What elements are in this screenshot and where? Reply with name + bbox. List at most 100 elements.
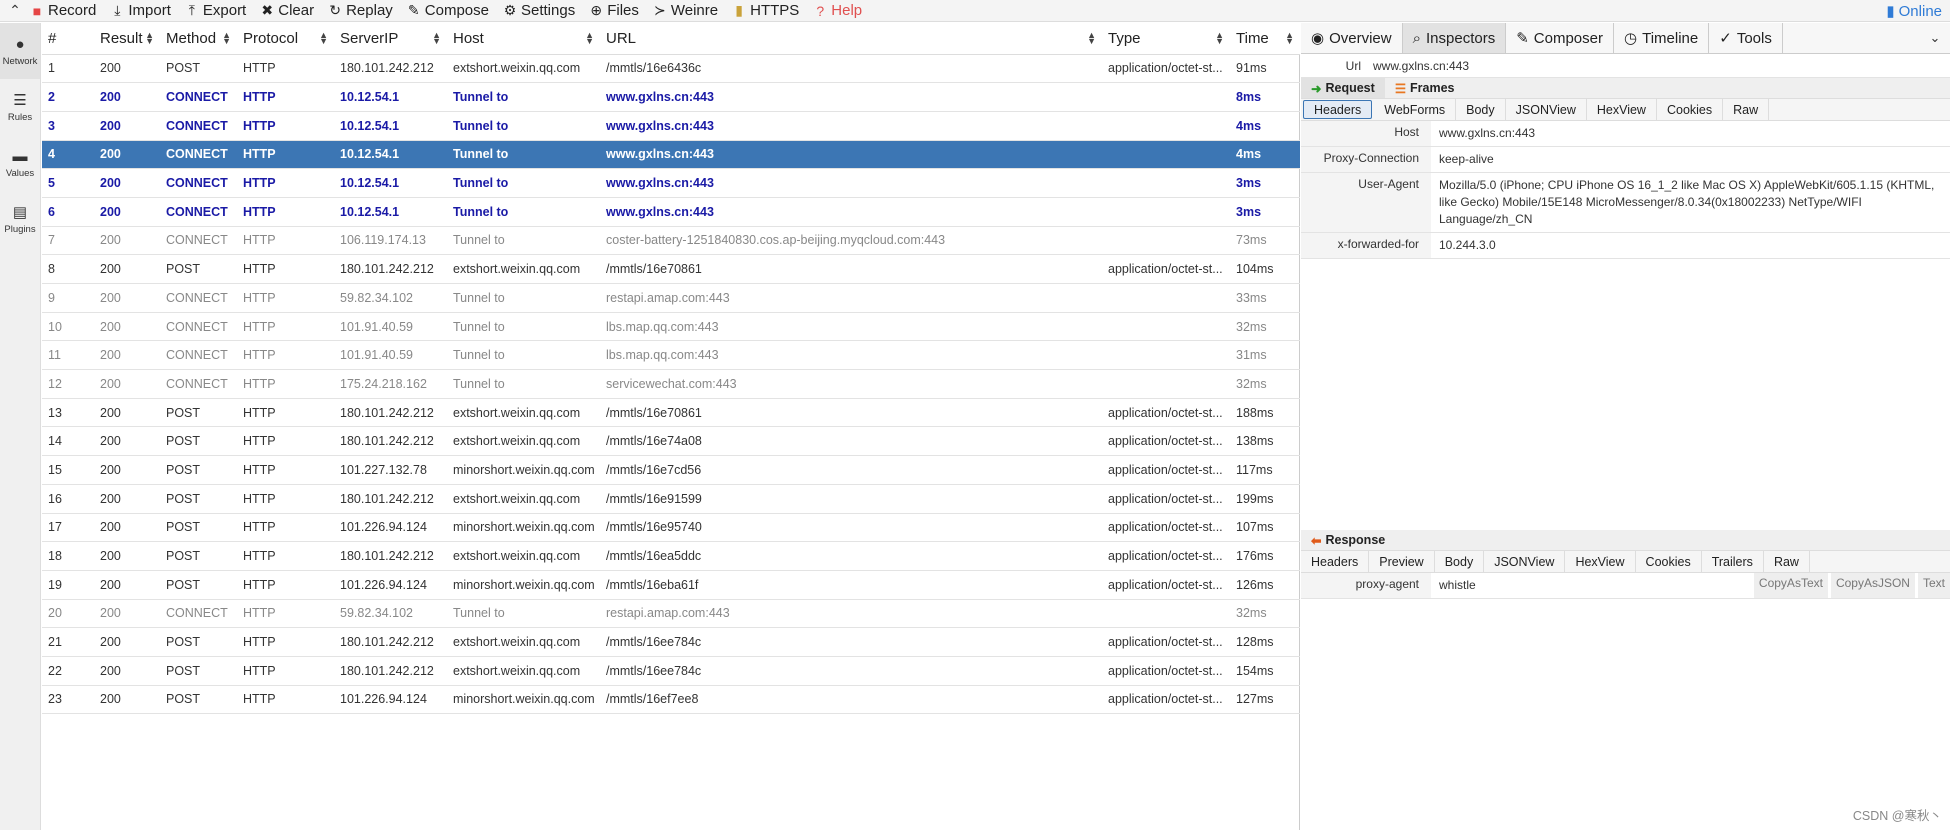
- tab-timeline[interactable]: ◷ Timeline: [1614, 23, 1710, 53]
- table-cell: POST: [160, 685, 237, 715]
- table-row[interactable]: 23 200 POST HTTP 101.226.94.124 minorshort.we…: [42, 685, 1300, 715]
- table-cell: 33ms: [1230, 283, 1300, 313]
- clear-button[interactable]: ✖ Clear: [260, 2, 314, 19]
- table-row[interactable]: 10 200 CONNECT HTTP 101.91.40.59 Tunnel to lbs…: [42, 312, 1300, 342]
- column-header[interactable]: URL ▲ ▼: [600, 23, 1102, 55]
- response-section-header: ⬅ Response: [1301, 530, 1950, 551]
- table-row[interactable]: 18 200 POST HTTP 180.101.242.212 extshort.wei…: [42, 541, 1300, 571]
- table-row[interactable]: 22 200 POST HTTP 180.101.242.212 extshort.wei…: [42, 656, 1300, 686]
- table-cell: lbs.map.qq.com:443: [600, 312, 1102, 342]
- table-row[interactable]: 5 200 CONNECT HTTP 10.12.54.1 Tunnel to www.gx…: [42, 168, 1300, 198]
- replay-button[interactable]: ↻ Replay: [328, 2, 393, 19]
- request-tab[interactable]: ➜ Request: [1301, 78, 1385, 98]
- table-row[interactable]: 1 200 POST HTTP 180.101.242.212 extshort.weix…: [42, 54, 1300, 84]
- column-header[interactable]: Host ▲ ▼: [447, 23, 600, 55]
- table-cell: HTTP: [237, 685, 334, 715]
- request-subtab[interactable]: Body: [1456, 99, 1506, 120]
- table-row[interactable]: 20 200 CONNECT HTTP 59.82.34.102 Tunnel to res…: [42, 599, 1300, 629]
- table-cell: 14: [42, 426, 94, 457]
- table-row[interactable]: 16 200 POST HTTP 180.101.242.212 extshort.wei…: [42, 484, 1300, 514]
- response-subtab[interactable]: HexView: [1565, 551, 1636, 572]
- table-row[interactable]: 2 200 CONNECT HTTP 10.12.54.1 Tunnel to www.gx…: [42, 82, 1300, 112]
- table-cell: HTTP: [237, 426, 334, 457]
- table-cell: 175.24.218.162: [334, 369, 447, 399]
- export-button[interactable]: ⤒ Export: [185, 2, 246, 19]
- response-subtab[interactable]: Cookies: [1636, 551, 1702, 572]
- nav-rules[interactable]: ☰ Rules: [0, 79, 40, 135]
- weinre-button[interactable]: ≻ Weinre: [653, 2, 718, 19]
- table-row[interactable]: 14 200 POST HTTP 180.101.242.212 extshort.wei…: [42, 426, 1300, 457]
- request-header-row: x-forwarded-for 10.244.3.0: [1301, 233, 1950, 259]
- request-subtab[interactable]: HexView: [1587, 99, 1657, 120]
- column-header-label: ServerIP: [340, 29, 399, 47]
- table-cell: 200: [94, 82, 160, 112]
- tab-composer[interactable]: ✎ Composer: [1506, 23, 1614, 53]
- chevron-down-icon[interactable]: ⌄: [1920, 23, 1950, 53]
- table-row[interactable]: 13 200 POST HTTP 180.101.242.212 extshort.wei…: [42, 398, 1300, 428]
- column-header[interactable]: ServerIP ▲ ▼: [334, 23, 447, 55]
- column-header[interactable]: Type ▲ ▼: [1102, 23, 1230, 55]
- column-header[interactable]: Protocol ▲ ▼: [237, 23, 334, 55]
- tab-inspectors[interactable]: ⌕ Inspectors: [1402, 23, 1507, 53]
- import-button[interactable]: ⤓ Import: [110, 2, 171, 19]
- table-cell: /mmtls/16eba61f: [600, 570, 1102, 600]
- response-header-row: proxy-agent whistle CopyAsText CopyAsJSO…: [1301, 573, 1950, 599]
- table-cell: application/octet-st...: [1102, 570, 1230, 600]
- copy-as-text-button[interactable]: CopyAsText: [1753, 573, 1828, 598]
- table-row[interactable]: 4 200 CONNECT HTTP 10.12.54.1 Tunnel to www.gx…: [42, 140, 1300, 170]
- response-subtab[interactable]: Preview: [1369, 551, 1435, 572]
- settings-button[interactable]: ⚙ Settings: [503, 2, 575, 19]
- help-button[interactable]: ? Help: [813, 2, 862, 19]
- table-cell: 180.101.242.212: [334, 54, 447, 84]
- table-row[interactable]: 15 200 POST HTTP 101.227.132.78 minorshort.we…: [42, 455, 1300, 485]
- table-row[interactable]: 12 200 CONNECT HTTP 175.24.218.162 Tunnel to s…: [42, 369, 1300, 399]
- column-header[interactable]: Result ▲ ▼: [94, 23, 160, 55]
- tab-overview[interactable]: ◉ Overview: [1301, 23, 1403, 53]
- table-cell: 23: [42, 685, 94, 715]
- request-subtab[interactable]: Cookies: [1657, 99, 1724, 120]
- compose-button[interactable]: ✎ Compose: [407, 2, 489, 19]
- request-subtab[interactable]: JSONView: [1506, 99, 1587, 120]
- table-row[interactable]: 9 200 CONNECT HTTP 59.82.34.102 Tunnel to rest…: [42, 283, 1300, 313]
- table-row[interactable]: 8 200 POST HTTP 180.101.242.212 extshort.weix…: [42, 254, 1300, 284]
- column-header[interactable]: Time ▲ ▼: [1230, 23, 1300, 55]
- column-header[interactable]: Method ▲ ▼: [160, 23, 237, 55]
- request-subtab[interactable]: Raw: [1723, 99, 1770, 120]
- response-tab[interactable]: ⬅ Response: [1301, 530, 1395, 550]
- tab-tools[interactable]: ✓ Tools: [1709, 23, 1783, 53]
- table-row[interactable]: 7 200 CONNECT HTTP 106.119.174.13 Tunnel to co…: [42, 226, 1300, 256]
- table-cell: 101.91.40.59: [334, 340, 447, 371]
- table-row[interactable]: 11 200 CONNECT HTTP 101.91.40.59 Tunnel to lbs…: [42, 340, 1300, 371]
- table-cell: 126ms: [1230, 570, 1300, 600]
- table-row[interactable]: 3 200 CONNECT HTTP 10.12.54.1 Tunnel to www.gx…: [42, 111, 1300, 141]
- table-cell: HTTP: [237, 513, 334, 543]
- table-cell: CONNECT: [160, 140, 237, 170]
- response-subtab[interactable]: Trailers: [1702, 551, 1764, 572]
- request-subtab[interactable]: Headers: [1303, 100, 1373, 119]
- response-subtab[interactable]: Headers: [1301, 551, 1370, 572]
- text-button[interactable]: Text: [1917, 573, 1950, 598]
- online-status[interactable]: ▮ Online: [1886, 2, 1942, 21]
- nav-values[interactable]: ▬ Values: [0, 135, 40, 191]
- nav-plugins[interactable]: ▤ Plugins: [0, 191, 40, 247]
- collapse-icon[interactable]: ⌃: [0, 2, 30, 19]
- table-row[interactable]: 17 200 POST HTTP 101.226.94.124 minorshort.we…: [42, 513, 1300, 543]
- column-header[interactable]: #: [42, 23, 94, 55]
- table-cell: 200: [94, 168, 160, 198]
- copy-as-json-button[interactable]: CopyAsJSON: [1830, 573, 1915, 598]
- response-subtab[interactable]: JSONView: [1484, 551, 1566, 572]
- https-button[interactable]: ▮ HTTPS: [732, 2, 799, 19]
- response-subtab[interactable]: Raw: [1764, 551, 1810, 572]
- record-icon: ■: [32, 2, 42, 19]
- table-cell: POST: [160, 541, 237, 571]
- table-row[interactable]: 19 200 POST HTTP 101.226.94.124 minorshort.we…: [42, 570, 1300, 600]
- table-cell: [1102, 312, 1230, 342]
- table-row[interactable]: 6 200 CONNECT HTTP 10.12.54.1 Tunnel to www.gx…: [42, 197, 1300, 227]
- nav-network[interactable]: ● Network: [0, 23, 40, 79]
- table-row[interactable]: 21 200 POST HTTP 180.101.242.212 extshort.wei…: [42, 627, 1300, 657]
- record-button[interactable]: ■ Record: [30, 2, 97, 19]
- request-subtab[interactable]: WebForms: [1374, 99, 1457, 120]
- response-subtab[interactable]: Body: [1435, 551, 1485, 572]
- frames-tab[interactable]: ☰ Frames: [1385, 78, 1465, 98]
- files-button[interactable]: ⊕ Files: [589, 2, 639, 19]
